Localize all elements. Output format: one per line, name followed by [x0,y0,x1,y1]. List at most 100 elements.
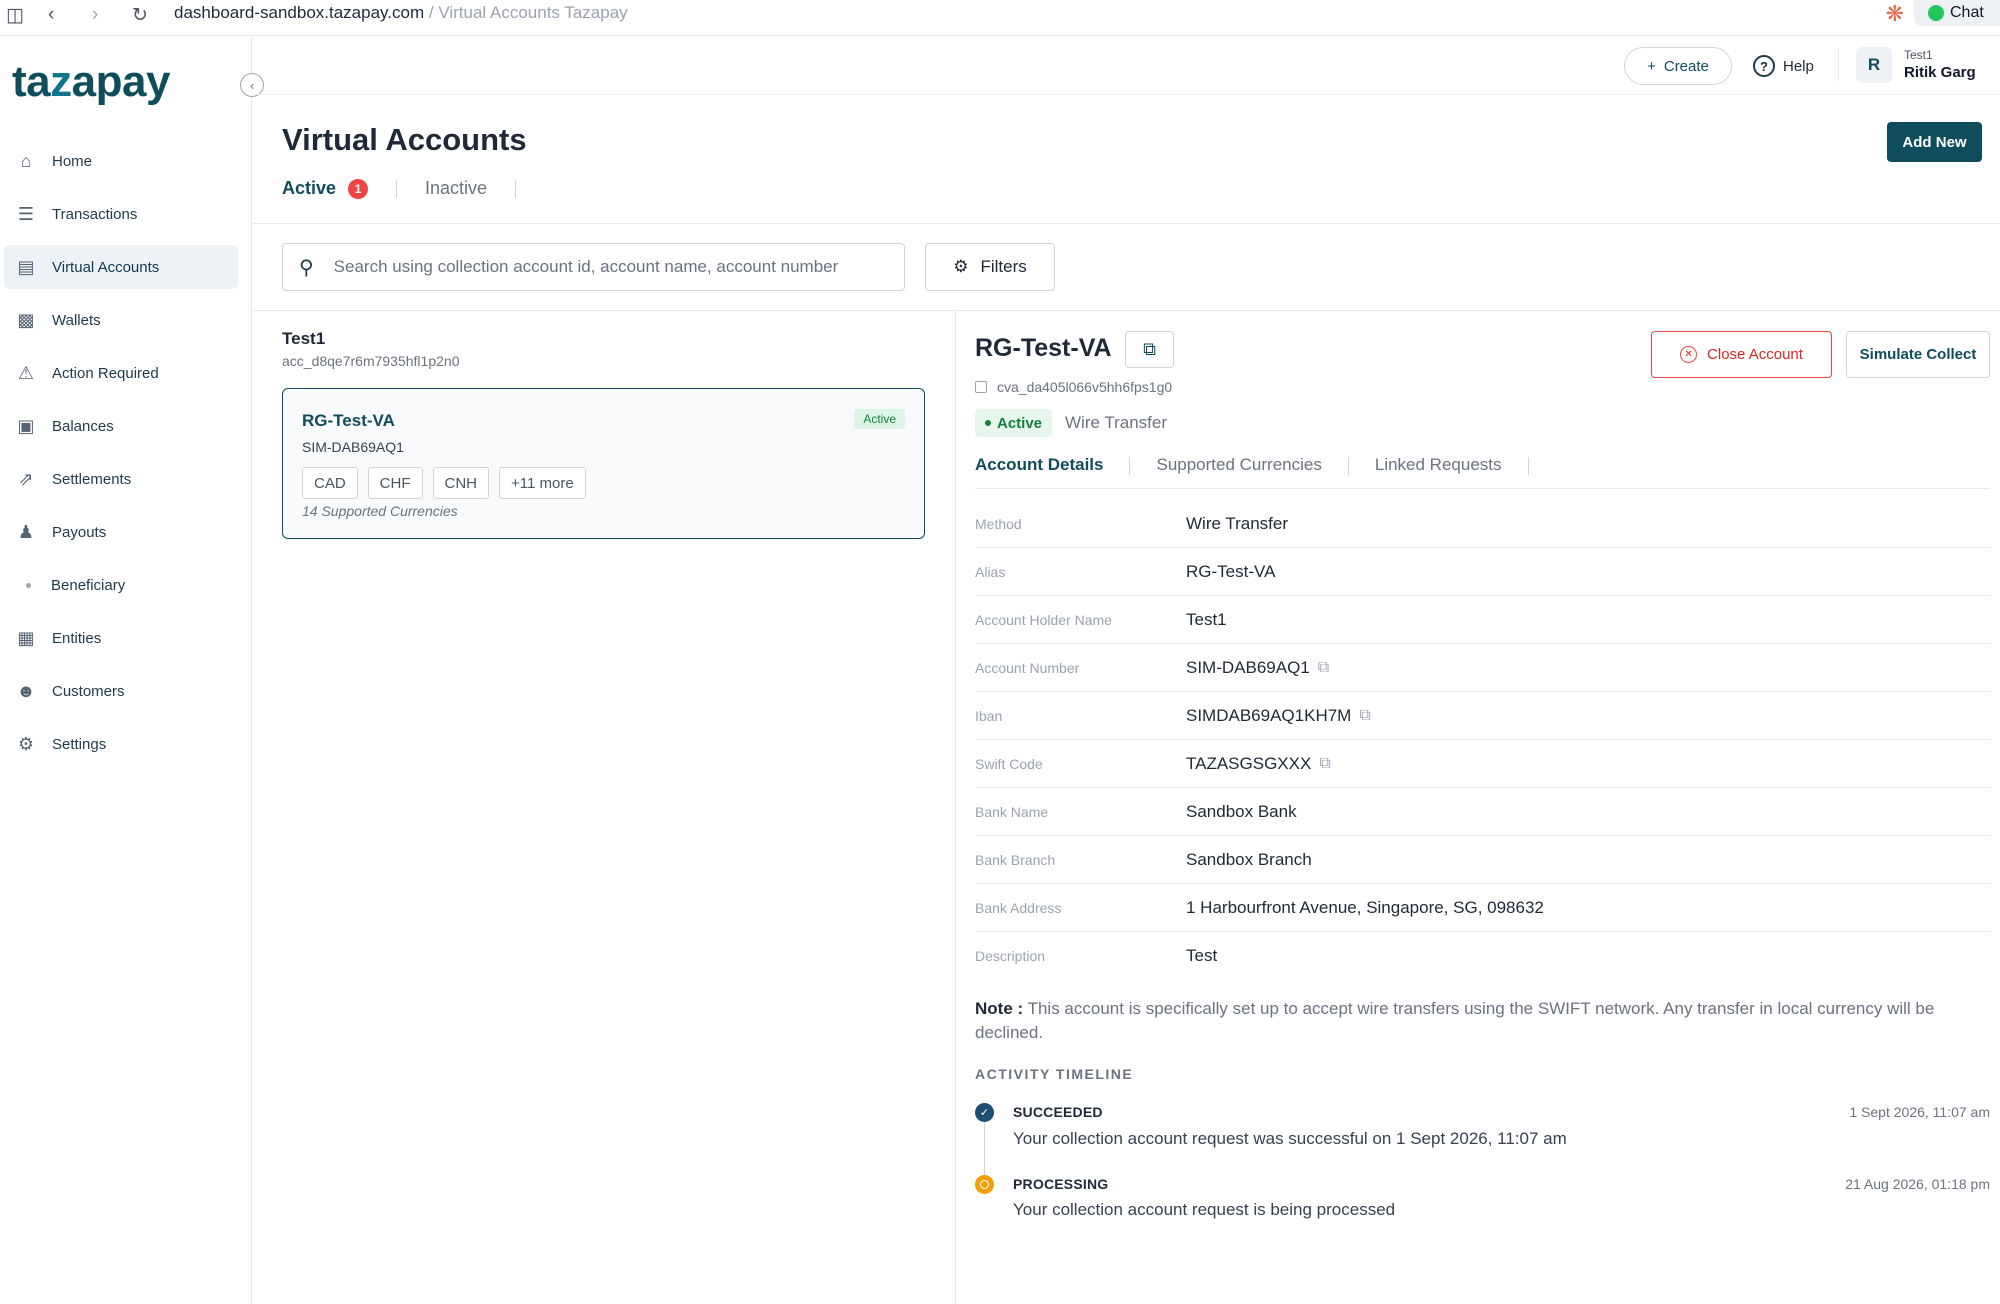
sidebar-item-wallets[interactable]: ▩ Wallets [4,298,238,342]
value-text: SIM-DAB69AQ1 [1186,657,1310,677]
extension-icon[interactable]: ❋ [1886,1,1904,27]
sidebar-item-customers[interactable]: ☻ Customers [4,669,238,713]
status-tabs: Active 1 Inactive [282,178,544,199]
card-account-number: SIM-DAB69AQ1 [302,439,404,455]
field-label: Account Number [975,659,1080,676]
filters-button[interactable]: ⚙ Filters [925,243,1055,291]
address-bar[interactable]: dashboard-sandbox.tazapay.com / Virtual … [174,3,628,23]
sidebar-item-action-required[interactable]: ⚠ Action Required [4,351,238,395]
forward-icon[interactable]: › [92,4,98,26]
chat-label: Chat [1950,4,1984,21]
close-circle-icon: ✕ [1680,346,1698,363]
detail-id-text: cva_da405l066v5hh6fps1g0 [997,379,1173,395]
close-account-button[interactable]: ✕ Close Account [1651,331,1832,378]
sidebar-item-settings[interactable]: ⚙ Settings [4,722,238,766]
tab-account-details[interactable]: Account Details [975,455,1103,475]
help-icon: ? [1753,55,1775,77]
divider [253,223,2000,224]
user-name[interactable]: Ritik Garg [1904,64,1976,81]
copy-icon[interactable] [975,381,987,393]
tab-label: Active [282,178,337,198]
back-icon[interactable]: ‹ [48,4,54,26]
sidebar-item-label: Customers [52,682,125,700]
detail-row: Account Number SIM-DAB69AQ1 ⧉ [975,644,1990,692]
url-separator: / [428,3,434,22]
sidebar-item-home[interactable]: ⌂ Home [4,139,238,183]
detail-title: RG-Test-VA [975,334,1112,362]
currency-chip: CHF [367,467,423,499]
value-text: Test1 [1186,609,1227,629]
field-value: Sandbox Branch [1186,850,1312,870]
detail-row: Account Holder Name Test1 [975,596,1990,644]
copy-icon[interactable]: ⧉ [1359,707,1370,725]
sidebar-item-virtual-accounts[interactable]: ▤ Virtual Accounts [4,245,238,289]
field-value: Sandbox Bank [1186,802,1297,822]
search-input[interactable] [333,257,874,277]
add-new-button[interactable]: Add New [1887,122,1982,162]
supported-currencies-count: 14 Supported Currencies [302,503,458,519]
search-icon: ⚲ [299,256,314,279]
avatar[interactable]: R [1856,47,1892,83]
user-org: Test1 [1904,48,1933,62]
chat-icon [1928,5,1944,21]
chat-button[interactable]: Chat [1914,0,2000,26]
create-button[interactable]: + Create [1624,47,1732,85]
sidebar-item-balances[interactable]: ▣ Balances [4,404,238,448]
field-label: Alias [975,563,1006,580]
document-icon: ▦ [17,627,35,648]
detail-row: Method Wire Transfer [975,500,1990,548]
divider [515,179,517,198]
sidebar-item-label: Entities [52,629,102,647]
simulate-collect-button[interactable]: Simulate Collect [1846,331,1990,378]
field-label: Bank Branch [975,851,1056,868]
status-badge: Active [854,409,905,429]
sliders-icon: ⚙ [953,257,969,276]
top-header: + Create ? Help R Test1 Ritik Garg [253,37,2000,95]
sidebar-item-payouts[interactable]: ♟ Payouts [4,510,238,554]
copy-icon[interactable]: ⧉ [1319,755,1330,773]
field-label: Iban [975,707,1003,724]
divider [1129,457,1131,475]
help-button[interactable]: ? Help [1753,49,1814,83]
value-text: Test [1186,946,1218,965]
tab-inactive[interactable]: Inactive [425,178,487,199]
sidebar-item-label: Balances [52,417,114,435]
currency-chip: CAD [302,467,358,499]
timeline-connector [984,1120,985,1176]
search-box: ⚲ [282,243,905,291]
detail-row: Iban SIMDAB69AQ1KH7M ⧉ [975,692,1990,740]
tab-active[interactable]: Active 1 [282,178,369,199]
reload-icon[interactable]: ↻ [132,4,148,27]
detail-id: cva_da405l066v5hh6fps1g0 [975,379,1172,395]
sidebar-item-beneficiary[interactable]: Beneficiary [4,563,238,607]
virtual-account-card[interactable]: RG-Test-VA Active SIM-DAB69AQ1 CAD CHF C… [282,388,925,539]
copy-icon[interactable]: ⧉ [1318,659,1329,677]
tab-supported-currencies[interactable]: Supported Currencies [1156,455,1321,475]
sidebar-item-entities[interactable]: ▦ Entities [4,616,238,660]
sidebar-toggle-icon[interactable]: ◫ [6,4,24,27]
field-value: RG-Test-VA [1186,562,1275,582]
sidebar-item-label: Home [52,152,93,170]
browser-page-title: Virtual Accounts Tazapay [438,3,628,22]
browser-bar: ◫ ‹ › ↻ dashboard-sandbox.tazapay.com / … [0,0,2000,36]
sidebar-item-settlements[interactable]: ⇗ Settlements [4,457,238,501]
gear-icon: ⚙ [17,733,35,754]
detail-row: Bank Branch Sandbox Branch [975,836,1990,884]
sidebar-item-label: Virtual Accounts [52,258,160,276]
payout-user-icon: ♟ [17,521,35,542]
logo-part: z [50,57,72,106]
plus-icon: + [1647,57,1656,75]
more-currencies-chip[interactable]: +11 more [499,467,586,499]
sidebar-item-label: Settings [52,735,107,753]
sidebar-item-label: Action Required [52,364,159,382]
note-label: Note : [975,999,1024,1018]
divider [253,310,2000,311]
copy-button[interactable]: ⧉ [1125,331,1174,368]
tab-linked-requests[interactable]: Linked Requests [1375,455,1502,475]
tazapay-logo[interactable]: tazapay [12,57,170,107]
sidebar-item-transactions[interactable]: ☰ Transactions [4,192,238,236]
sidebar-item-label: Wallets [52,311,101,329]
field-label: Swift Code [975,755,1043,772]
detail-row: Bank Name Sandbox Bank [975,788,1990,836]
home-icon: ⌂ [20,150,32,171]
